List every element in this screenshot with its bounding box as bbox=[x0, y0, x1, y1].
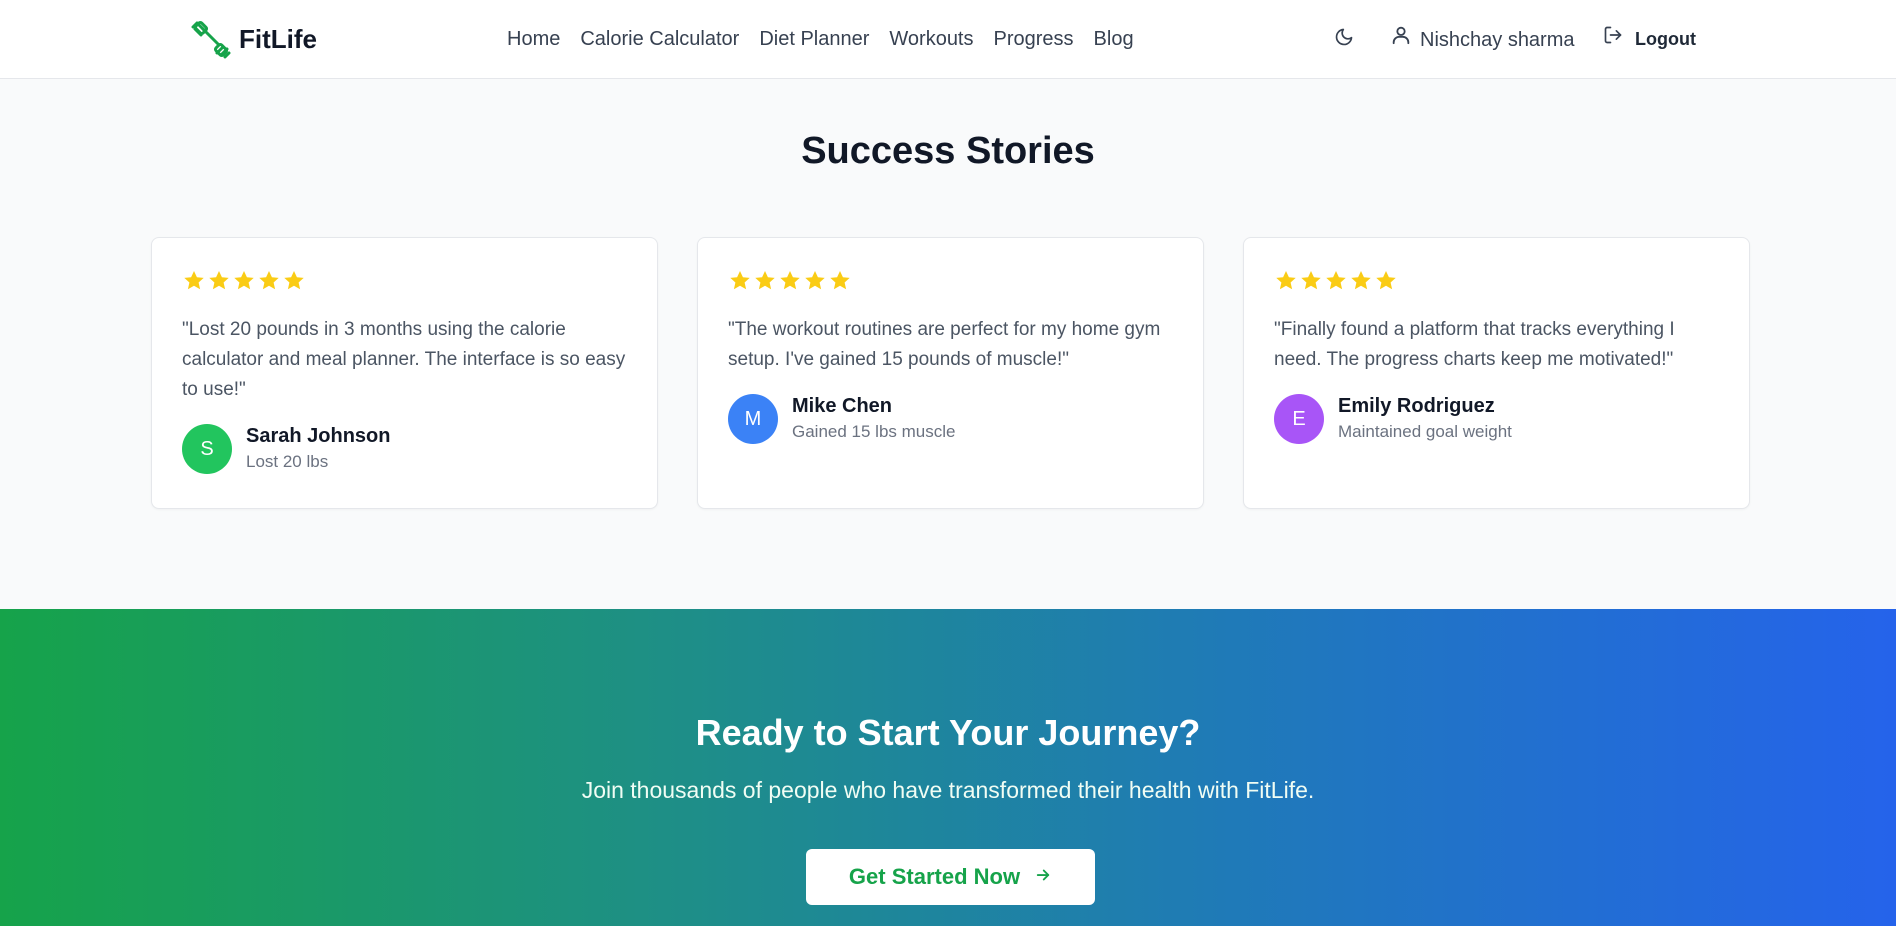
moon-icon bbox=[1334, 27, 1354, 52]
theme-toggle-button[interactable] bbox=[1332, 27, 1356, 51]
star-icon bbox=[1299, 269, 1323, 293]
author-name: Emily Rodriguez bbox=[1338, 395, 1495, 417]
user-name: Nishchay sharma bbox=[1420, 28, 1575, 51]
section-title: Success Stories bbox=[801, 130, 1095, 172]
testimonial-card: "Finally found a platform that tracks ev… bbox=[1243, 237, 1750, 509]
author-name: Sarah Johnson bbox=[246, 425, 391, 447]
star-icon bbox=[282, 269, 306, 293]
arrow-right-icon bbox=[1034, 864, 1052, 890]
star-icon bbox=[1374, 269, 1398, 293]
testimonial-author: S Sarah Johnson Lost 20 lbs bbox=[182, 423, 390, 475]
author-result: Gained 15 lbs muscle bbox=[792, 422, 956, 441]
author-result: Maintained goal weight bbox=[1338, 422, 1512, 441]
star-icon bbox=[207, 269, 231, 293]
avatar: E bbox=[1274, 394, 1324, 444]
testimonial-quote: "The workout routines are perfect for my… bbox=[728, 319, 1161, 370]
nav-calorie-calculator[interactable]: Calorie Calculator bbox=[570, 24, 749, 54]
star-icon bbox=[828, 269, 852, 293]
star-icon bbox=[753, 269, 777, 293]
star-icon bbox=[803, 269, 827, 293]
user-icon bbox=[1390, 24, 1412, 55]
star-icon bbox=[1324, 269, 1348, 293]
star-icon bbox=[1349, 269, 1373, 293]
star-icon bbox=[778, 269, 802, 293]
get-started-button[interactable]: Get Started Now bbox=[806, 849, 1095, 905]
cta-banner: Ready to Start Your Journey? Join thousa… bbox=[0, 609, 1896, 926]
user-menu[interactable]: Nishchay sharma bbox=[1390, 24, 1575, 55]
star-icon bbox=[1274, 269, 1298, 293]
nav-progress[interactable]: Progress bbox=[984, 24, 1084, 54]
testimonial-author: M Mike Chen Gained 15 lbs muscle bbox=[728, 393, 955, 445]
star-rating bbox=[728, 269, 852, 293]
star-rating bbox=[1274, 269, 1398, 293]
top-navbar: FitLife Home Calorie Calculator Diet Pla… bbox=[0, 0, 1896, 79]
logout-button[interactable]: Logout bbox=[1603, 24, 1696, 54]
star-rating bbox=[182, 269, 306, 293]
star-icon bbox=[728, 269, 752, 293]
nav-workouts[interactable]: Workouts bbox=[879, 24, 983, 54]
author-name: Mike Chen bbox=[792, 395, 893, 417]
author-result: Lost 20 lbs bbox=[246, 452, 329, 471]
star-icon bbox=[182, 269, 206, 293]
main-nav: Home Calorie Calculator Diet Planner Wor… bbox=[507, 24, 1144, 54]
nav-diet-planner[interactable]: Diet Planner bbox=[749, 24, 879, 54]
brand-logo[interactable]: FitLife bbox=[191, 19, 317, 59]
cta-title: Ready to Start Your Journey? bbox=[695, 712, 1201, 753]
dumbbell-icon bbox=[191, 19, 231, 59]
nav-home[interactable]: Home bbox=[507, 24, 570, 54]
cta-subtitle: Join thousands of people who have transf… bbox=[581, 777, 1315, 803]
testimonial-quote: "Lost 20 pounds in 3 months using the ca… bbox=[182, 319, 626, 400]
testimonial-card: "The workout routines are perfect for my… bbox=[697, 237, 1204, 509]
testimonial-author: E Emily Rodriguez Maintained goal weight bbox=[1274, 393, 1512, 445]
logout-icon bbox=[1603, 24, 1623, 54]
avatar: S bbox=[182, 424, 232, 474]
avatar: M bbox=[728, 394, 778, 444]
nav-blog[interactable]: Blog bbox=[1084, 24, 1144, 54]
logout-label: Logout bbox=[1635, 29, 1696, 49]
testimonial-quote: "Finally found a platform that tracks ev… bbox=[1274, 319, 1675, 370]
get-started-label: Get Started Now bbox=[848, 864, 1021, 889]
star-icon bbox=[257, 269, 281, 293]
brand-name: FitLife bbox=[239, 23, 317, 54]
testimonial-card: "Lost 20 pounds in 3 months using the ca… bbox=[151, 237, 658, 509]
star-icon bbox=[232, 269, 256, 293]
